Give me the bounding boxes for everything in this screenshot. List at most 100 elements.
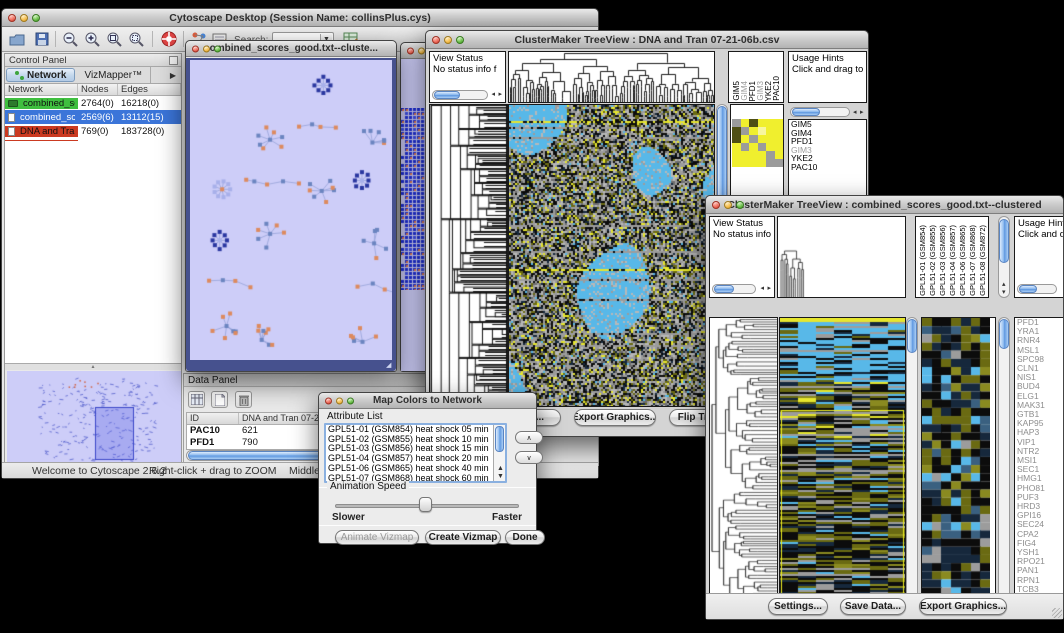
network-overview-panel[interactable] (7, 371, 179, 466)
matrix-cell[interactable] (775, 159, 784, 167)
scrollbar-thumb[interactable] (434, 91, 460, 99)
open-session-icon[interactable] (8, 30, 26, 48)
matrix-cell[interactable] (749, 135, 758, 143)
scroll-left-icon[interactable]: ◂ (491, 91, 495, 98)
tab-overflow-arrow[interactable]: ▶ (165, 67, 181, 83)
usage-hscrollbar[interactable] (1017, 284, 1057, 294)
matrix-cell[interactable] (758, 143, 767, 151)
scroll-right-icon[interactable]: ▸ (860, 109, 864, 116)
scroll-left-icon[interactable]: ◂ (853, 109, 857, 116)
dialog-titlebar[interactable]: Map Colors to Network (319, 393, 536, 409)
row-dendrogram-canvas[interactable] (430, 105, 507, 406)
zoom-button[interactable] (456, 36, 464, 44)
float-panel-icon[interactable] (169, 56, 178, 65)
zoom-heatmap-canvas[interactable] (922, 318, 990, 612)
overview-split-handle[interactable]: ▴ (5, 364, 181, 370)
matrix-cell[interactable] (732, 151, 741, 159)
matrix-cell[interactable] (749, 151, 758, 159)
export-graphics-button[interactable]: Export Graphics... (919, 598, 1007, 615)
zoom-selected-icon[interactable] (127, 30, 145, 48)
matrix-cell[interactable] (775, 135, 784, 143)
overview-canvas[interactable] (7, 371, 181, 466)
matrix-cell[interactable] (766, 159, 775, 167)
resize-grip-icon[interactable] (1052, 608, 1062, 618)
matrix-cell[interactable] (758, 159, 767, 167)
help-lifebuoy-icon[interactable] (160, 30, 178, 48)
matrix-cell[interactable] (741, 159, 750, 167)
resize-grip-icon[interactable]: ◢ (386, 362, 394, 370)
network-list-row[interactable]: DNA and Tran 07 769(0) 183728(0) (5, 124, 181, 138)
tab-vizmapper[interactable]: VizMapper™ (76, 67, 151, 83)
zoom-in-icon[interactable] (83, 30, 101, 48)
matrix-cell[interactable] (741, 143, 750, 151)
export-graphics-button[interactable]: Export Graphics... (574, 409, 656, 426)
gene-label[interactable]: PAC10 (789, 163, 866, 172)
scroll-down-icon[interactable]: ▾ (1002, 289, 1006, 296)
global-heatmap-canvas[interactable] (780, 318, 905, 612)
scrollbar-thumb[interactable] (792, 108, 820, 116)
matrix-cell[interactable] (766, 135, 775, 143)
network-view[interactable] (190, 60, 392, 360)
matrix-cell[interactable] (741, 135, 750, 143)
zoom-button[interactable] (736, 201, 744, 209)
matrix-cell[interactable] (732, 135, 741, 143)
matrix-cell[interactable] (741, 127, 750, 135)
matrix-cell[interactable] (732, 143, 741, 151)
matrix-cell[interactable] (766, 127, 775, 135)
close-button[interactable] (8, 14, 16, 22)
save-session-icon[interactable] (33, 30, 51, 48)
matrix-cell[interactable] (766, 151, 775, 159)
scrollbar-thumb[interactable] (999, 319, 1009, 349)
column-tree-canvas[interactable] (778, 217, 905, 297)
close-button[interactable] (712, 201, 720, 209)
treeview1-titlebar[interactable]: ClusterMaker TreeView : DNA and Tran 07-… (426, 31, 868, 49)
close-button[interactable] (407, 47, 414, 54)
matrix-cell[interactable] (775, 143, 784, 151)
zoom-button[interactable] (347, 397, 354, 404)
matrix-cell[interactable] (775, 127, 784, 135)
matrix-cell[interactable] (732, 127, 741, 135)
zoom-vscrollbar[interactable]: ▴ ▾ (998, 317, 1010, 613)
network-list-header[interactable]: Network Nodes Edges (5, 84, 181, 96)
main-window-titlebar[interactable]: Cytoscape Desktop (Session Name: collins… (2, 9, 598, 27)
scrollbar-thumb[interactable] (999, 219, 1009, 263)
matrix-cell[interactable] (749, 119, 758, 127)
create-attribute-icon[interactable] (211, 391, 228, 408)
done-button[interactable]: Done (505, 530, 545, 545)
minimize-button[interactable] (418, 47, 425, 54)
network-view-canvas[interactable] (190, 60, 392, 360)
heatmap-vscrollbar[interactable]: ▴ ▾ (906, 317, 918, 613)
matrix-cell[interactable] (766, 119, 775, 127)
attribute-list[interactable]: GPL51-01 (GSM854) heat shock 05 minGPL51… (324, 423, 507, 483)
settings-button[interactable]: Settings... (768, 598, 828, 615)
scroll-up-icon[interactable]: ▲ (497, 465, 504, 472)
minimize-button[interactable] (336, 397, 343, 404)
scrollbar-thumb[interactable] (495, 426, 504, 452)
scrollbar-thumb[interactable] (907, 319, 917, 353)
view-status-hscrollbar[interactable] (712, 284, 756, 294)
column-labels-vscrollbar[interactable]: ▴ ▾ (998, 216, 1010, 298)
zoom-out-icon[interactable] (61, 30, 79, 48)
matrix-cell[interactable] (758, 127, 767, 135)
zoom-button[interactable] (32, 14, 40, 22)
matrix-cell[interactable] (758, 119, 767, 127)
create-vizmap-button[interactable]: Create Vizmap (425, 530, 501, 545)
scroll-up-icon[interactable]: ▴ (1002, 281, 1006, 288)
zoom-button[interactable] (214, 45, 221, 52)
minimize-button[interactable] (203, 45, 210, 52)
scroll-down-icon[interactable]: ▼ (497, 473, 504, 480)
close-button[interactable] (432, 36, 440, 44)
delete-attribute-trash-icon[interactable] (235, 391, 252, 408)
move-up-button[interactable]: ∧ (515, 431, 543, 444)
global-heatmap-canvas[interactable] (509, 105, 714, 406)
minimize-button[interactable] (724, 201, 732, 209)
tab-network[interactable]: Network (6, 68, 75, 82)
save-data-button[interactable]: Save Data... (840, 598, 906, 615)
matrix-cell[interactable] (732, 159, 741, 167)
network-list-row[interactable]: combined_sco 2569(6) 13112(15) (5, 110, 181, 124)
slider-thumb[interactable] (419, 497, 432, 512)
scroll-right-icon[interactable]: ▸ (767, 285, 771, 292)
move-down-button[interactable]: ∨ (515, 451, 543, 464)
zoom-fit-icon[interactable] (105, 30, 123, 48)
scroll-left-icon[interactable]: ◂ (760, 285, 764, 292)
